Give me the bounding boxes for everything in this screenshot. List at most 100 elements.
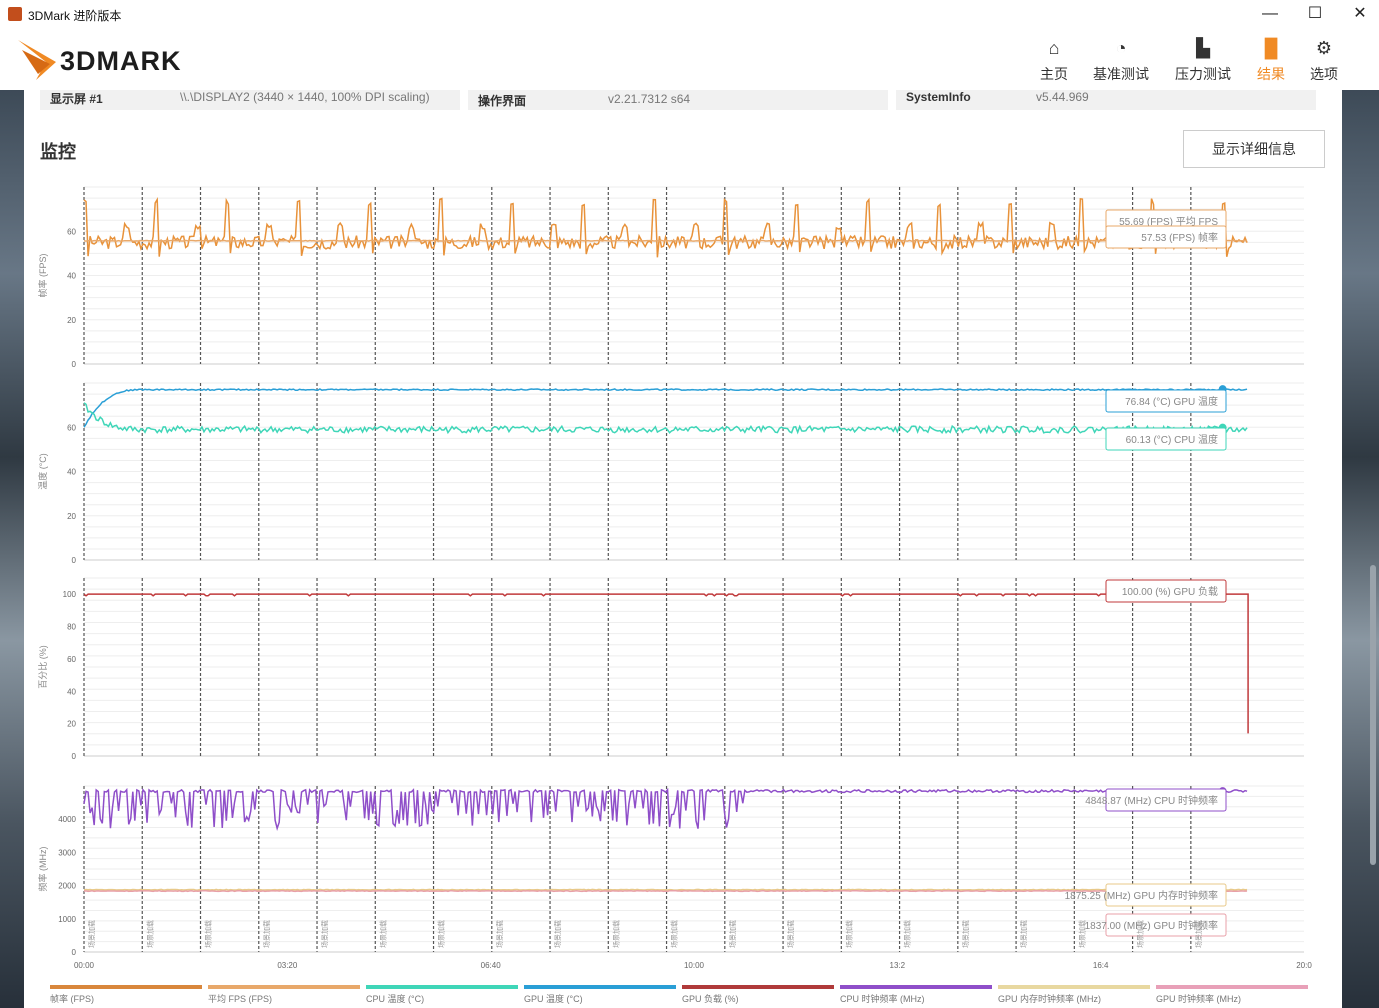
legend-label: CPU 时钟频率 (MHz) <box>840 994 925 1004</box>
gear-icon: ⚙ <box>1315 38 1333 58</box>
y-tick-label: 100 <box>63 590 77 599</box>
series-line <box>83 888 1248 891</box>
y-tick-label: 0 <box>72 752 77 761</box>
nav-label: 压力测试 <box>1175 66 1231 82</box>
window-title: 3DMark 进阶版本 <box>28 9 122 23</box>
monitoring-charts: 0204060帧率 (FPS)55.69 (FPS) 平均 FPS57.53 (… <box>37 186 1312 970</box>
scene-marker-label: 场景加载 <box>961 920 970 948</box>
y-tick-label: 4000 <box>58 815 76 824</box>
value-callout-text: 1875.25 (MHz) GPU 内存时钟频率 <box>1065 889 1218 902</box>
y-tick-label: 60 <box>67 655 76 664</box>
legend-swatch <box>998 985 1150 989</box>
legend-item[interactable]: 平均 FPS (FPS) <box>208 985 360 1008</box>
scene-marker-label: 场景加载 <box>320 920 329 948</box>
scene-marker-label: 场景加载 <box>204 920 213 948</box>
y-tick-label: 3000 <box>58 848 76 857</box>
scrollbar-thumb[interactable] <box>1370 565 1376 865</box>
legend-item[interactable]: GPU 负载 (%) <box>682 985 834 1008</box>
scene-marker-label: 场景加载 <box>1077 920 1086 948</box>
y-tick-label: 20 <box>67 316 76 325</box>
x-tick-label: 06:40 <box>481 961 502 970</box>
y-tick-label: 60 <box>67 423 76 432</box>
legend-item[interactable]: GPU 温度 (°C) <box>524 985 676 1008</box>
nav-stress-tests[interactable]: ▙ 压力测试 <box>1170 36 1236 84</box>
legend-label: 帧率 (FPS) <box>50 994 94 1004</box>
background-art-right <box>1342 90 1379 1008</box>
scene-marker-label: 场景加载 <box>728 920 737 948</box>
nav-label: 主页 <box>1040 66 1068 82</box>
x-tick-label: 03:20 <box>277 961 298 970</box>
legend-item[interactable]: GPU 内存时钟频率 (MHz) <box>998 985 1150 1008</box>
series-line <box>83 239 1248 242</box>
y-axis-label: 帧率 (FPS) <box>37 253 48 297</box>
legend-swatch <box>208 985 360 989</box>
gauge-icon: ◔ <box>1115 38 1127 58</box>
legend-swatch <box>1156 985 1308 989</box>
scene-marker-label: 场景加载 <box>903 920 912 948</box>
background-art-left <box>0 90 24 1008</box>
scene-marker-label: 场景加载 <box>262 920 271 948</box>
title-bar: 3DMark 进阶版本 — ☐ ✕ <box>0 0 1379 28</box>
value-callout-text: 76.84 (°C) GPU 温度 <box>1125 395 1218 408</box>
nav-benchmarks[interactable]: ◔ 基准测试 <box>1088 36 1154 84</box>
series-line <box>83 402 1248 435</box>
y-tick-label: 80 <box>67 623 76 632</box>
app-icon <box>8 7 22 21</box>
home-icon: ⌂ <box>1048 38 1060 58</box>
scene-marker-label: 场景加载 <box>87 920 96 948</box>
legend-swatch <box>366 985 518 989</box>
legend-item[interactable]: CPU 时钟频率 (MHz) <box>840 985 992 1008</box>
legend-label: GPU 时钟频率 (MHz) <box>1156 994 1241 1004</box>
nav-label: 基准测试 <box>1093 66 1149 82</box>
y-tick-label: 0 <box>72 556 77 565</box>
value-callout-text: 100.00 (%) GPU 负载 <box>1122 585 1218 598</box>
scene-marker-label: 场景加载 <box>495 920 504 948</box>
close-button[interactable]: ✕ <box>1338 2 1379 26</box>
legend-swatch <box>524 985 676 989</box>
app-header: 3DMARK ⌂ 主页 ◔ 基准测试 ▙ 压力测试 ▐▌ 结果 ⚙ 选项 <box>0 28 1379 90</box>
scene-marker-label: 场景加载 <box>844 920 853 948</box>
legend-swatch <box>50 985 202 989</box>
scene-marker-label: 场景加载 <box>378 920 387 948</box>
nav-options[interactable]: ⚙ 选项 <box>1291 36 1357 84</box>
nav-home[interactable]: ⌂ 主页 <box>1021 36 1087 84</box>
y-axis-label: 频率 (MHz) <box>37 847 48 892</box>
legend-item[interactable]: 帧率 (FPS) <box>50 985 202 1008</box>
logo-swoosh-icon <box>18 40 56 80</box>
y-tick-label: 2000 <box>58 882 76 891</box>
minimize-button[interactable]: — <box>1248 2 1292 26</box>
scene-marker-label: 场景加载 <box>553 920 562 948</box>
x-tick-label: 20:0 <box>1296 961 1312 970</box>
value-callout-text: 60.13 (°C) CPU 温度 <box>1126 433 1218 446</box>
y-tick-label: 40 <box>67 272 76 281</box>
nav-label: 选项 <box>1310 66 1338 82</box>
results-content: 显示屏 #1 \\.\DISPLAY2 (3440 × 1440, 100% D… <box>24 90 1342 1008</box>
legend-swatch <box>682 985 834 989</box>
legend-label: CPU 温度 (°C) <box>366 994 425 1004</box>
x-tick-label: 13:2 <box>890 961 906 970</box>
x-tick-label: 10:00 <box>684 961 705 970</box>
scene-marker-label: 场景加载 <box>1136 920 1145 948</box>
scene-marker-label: 场景加载 <box>786 920 795 948</box>
value-callout-text: 4848.87 (MHz) CPU 时钟频率 <box>1085 794 1218 807</box>
legend-swatch <box>840 985 992 989</box>
3dmark-logo[interactable]: 3DMARK <box>16 36 216 82</box>
y-tick-label: 40 <box>67 468 76 477</box>
x-tick-label: 16:4 <box>1093 961 1109 970</box>
scene-marker-label: 场景加载 <box>670 920 679 948</box>
scene-marker-label: 场景加载 <box>1194 920 1203 948</box>
y-tick-label: 20 <box>67 720 76 729</box>
legend-item[interactable]: GPU 时钟频率 (MHz) <box>1156 985 1308 1008</box>
maximize-button[interactable]: ☐ <box>1293 2 1337 26</box>
legend-label: 平均 FPS (FPS) <box>208 994 273 1004</box>
scene-marker-label: 场景加载 <box>1019 920 1028 948</box>
x-tick-label: 00:00 <box>74 961 95 970</box>
scene-marker-label: 场景加载 <box>437 920 446 948</box>
legend-label: GPU 负载 (%) <box>682 994 739 1004</box>
y-tick-label: 20 <box>67 512 76 521</box>
legend-label: GPU 内存时钟频率 (MHz) <box>998 994 1101 1004</box>
y-axis-label: 百分比 (%) <box>37 645 48 689</box>
legend-item[interactable]: CPU 温度 (°C) <box>366 985 518 1008</box>
scene-marker-label: 场景加载 <box>145 920 154 948</box>
scene-marker-label: 场景加载 <box>611 920 620 948</box>
